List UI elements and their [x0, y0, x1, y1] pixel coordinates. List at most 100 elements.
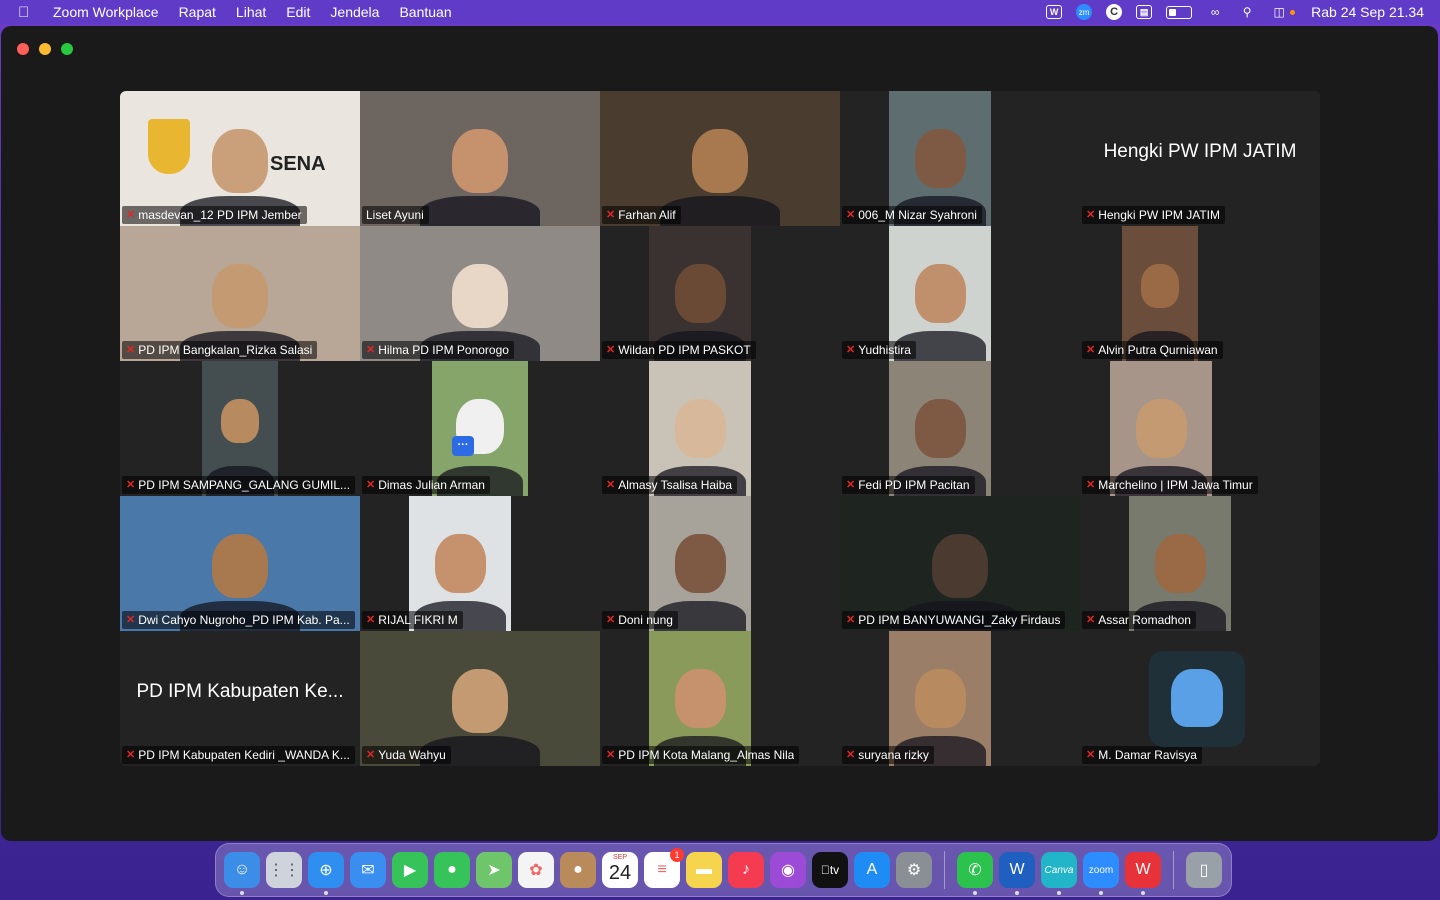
participant-tile[interactable]: ✕ Fedi PD IPM Pacitan: [840, 361, 1080, 496]
participant-tile[interactable]: Hengki PW IPM JATIM ✕ Hengki PW IPM JATIM: [1080, 91, 1320, 226]
running-indicator: [1057, 891, 1061, 895]
dock-maps-icon[interactable]: ➤: [476, 852, 512, 888]
participant-nameplate: ✕ Dimas Julian Arman: [362, 476, 490, 494]
zoom-window: SENA ✕ masdevan_12 PD IPM Jember Liset Ayun…: [1, 26, 1438, 841]
participant-tile[interactable]: ✕ PD IPM Kota Malang_Almas Nila: [600, 631, 840, 766]
participant-name: Marchelino | IPM Jawa Timur: [1098, 478, 1253, 492]
more-options-button[interactable]: ···: [452, 436, 474, 456]
dock-facetime-icon[interactable]: ▶: [392, 852, 428, 888]
participant-tile[interactable]: ✕ PD IPM Bangkalan_Rizka Salasi: [120, 226, 360, 361]
dock-zoom-icon[interactable]: zoom: [1083, 852, 1119, 895]
dock-wps-office-icon[interactable]: W: [1125, 852, 1161, 895]
apple-icon[interactable]: : [18, 4, 38, 21]
muted-mic-icon: ✕: [1086, 479, 1096, 491]
participant-tile[interactable]: ✕ Dwi Cahyo Nugroho_PD IPM Kab. Pa...: [120, 496, 360, 631]
participant-body: [420, 196, 540, 226]
close-window-button[interactable]: [17, 43, 29, 55]
participant-tile[interactable]: ✕ Alvin Putra Qurniawan: [1080, 226, 1320, 361]
dock-messages-icon[interactable]: ●: [434, 852, 470, 888]
dock-tv-icon[interactable]: tv: [812, 852, 848, 888]
participant-name: masdevan_12 PD IPM Jember: [138, 208, 302, 222]
participant-nameplate: ✕ suryana rizky: [842, 746, 934, 764]
participant-tile[interactable]: ✕ Doni nung: [600, 496, 840, 631]
participant-tile[interactable]: ✕ 006_M Nizar Syahroni: [840, 91, 1080, 226]
dock-contacts-icon[interactable]: ●: [560, 852, 596, 888]
menu-edit[interactable]: Edit: [286, 4, 310, 20]
participant-face: [452, 264, 508, 329]
notification-badge: 1: [670, 848, 684, 862]
participant-face: [1135, 399, 1187, 458]
dock-mail-icon[interactable]: ✉: [350, 852, 386, 888]
participant-tile[interactable]: ✕ Hilma PD IPM Ponorogo: [360, 226, 600, 361]
dock-whatsapp-icon[interactable]: ✆: [957, 852, 993, 895]
participant-tile[interactable]: Liset Ayuni: [360, 91, 600, 226]
minimize-window-button[interactable]: [39, 43, 51, 55]
participant-tile[interactable]: ✕ RIJAL FIKRI M: [360, 496, 600, 631]
participant-name: M. Damar Ravisya: [1098, 748, 1197, 762]
dock-canva-icon[interactable]: Canva: [1041, 852, 1077, 895]
maximize-window-button[interactable]: [61, 43, 73, 55]
participant-name: Fedi PD IPM Pacitan: [858, 478, 970, 492]
menu-app-name[interactable]: Zoom Workplace: [53, 4, 159, 20]
word-icon[interactable]: W: [1046, 5, 1063, 19]
participant-name: Assar Romadhon: [1098, 613, 1191, 627]
participant-tile[interactable]: ✕ Wildan PD IPM PASKOT: [600, 226, 840, 361]
clock[interactable]: Rab 24 Sep 21.34: [1311, 4, 1424, 20]
muted-mic-icon: ✕: [366, 344, 376, 356]
link-icon[interactable]: ∞: [1206, 5, 1224, 19]
participant-tile[interactable]: ✕ Yudhistira: [840, 226, 1080, 361]
dock-finder-icon[interactable]: ☺: [224, 852, 260, 895]
dock-system-settings-icon[interactable]: ⚙: [896, 852, 932, 888]
participant-tile[interactable]: PD IPM Kabupaten Ke... ✕ PD IPM Kabupaten …: [120, 631, 360, 766]
menu-bantuan[interactable]: Bantuan: [399, 4, 451, 20]
participant-tile[interactable]: ✕ suryana rizky: [840, 631, 1080, 766]
battery-icon[interactable]: [1166, 5, 1193, 19]
control-center-icon[interactable]: ◫: [1270, 5, 1288, 19]
dock-launchpad-icon[interactable]: ⋮⋮: [266, 852, 302, 888]
dock-notes-icon[interactable]: ▬: [686, 852, 722, 888]
menu-rapat[interactable]: Rapat: [179, 4, 216, 20]
participant-tile[interactable]: ✕ PD IPM SAMPANG_GALANG GUMIL...: [120, 361, 360, 496]
menu-lihat[interactable]: Lihat: [236, 4, 266, 20]
muted-mic-icon: ✕: [126, 614, 136, 626]
participant-tile[interactable]: SENA ✕ masdevan_12 PD IPM Jember: [120, 91, 360, 226]
c-icon[interactable]: C: [1106, 4, 1123, 20]
participant-tile[interactable]: ✕ PD IPM BANYUWANGI_Zaky Firdaus: [840, 496, 1080, 631]
menu-jendela[interactable]: Jendela: [330, 4, 379, 20]
dock-trash-icon[interactable]: ▯: [1186, 852, 1222, 888]
running-indicator: [240, 891, 244, 895]
participant-nameplate: ✕ Farhan Alif: [602, 206, 681, 224]
participant-face: [434, 534, 486, 593]
dock-reminders-icon[interactable]: ≡ 1: [644, 848, 684, 888]
dock-photos-icon[interactable]: ✿: [518, 852, 554, 888]
participant-face: [914, 669, 966, 728]
participant-tile[interactable]: ✕ Assar Romadhon: [1080, 496, 1320, 631]
participant-tile[interactable]: ✕ Almasy Tsalisa Haiba: [600, 361, 840, 496]
screen-mirror-icon[interactable]: ▤: [1136, 5, 1153, 19]
zoom-icon[interactable]: zm: [1076, 4, 1093, 20]
participant-name: PD IPM Kota Malang_Almas Nila: [618, 748, 795, 762]
dock-safari-icon[interactable]: ⊕: [308, 852, 344, 895]
participant-tile[interactable]: ✕ Dimas Julian Arman: [360, 361, 600, 496]
participant-tile[interactable]: ✕ Yuda Wahyu: [360, 631, 600, 766]
participant-tile[interactable]: ✕ Marchelino | IPM Jawa Timur: [1080, 361, 1320, 496]
participant-face: [914, 264, 966, 323]
participant-face: [674, 669, 726, 728]
participant-tile[interactable]: ✕ Farhan Alif: [600, 91, 840, 226]
dock-music-icon[interactable]: ♪: [728, 852, 764, 888]
muted-mic-icon: ✕: [846, 344, 856, 356]
dock-calendar-icon[interactable]: SEP 24: [602, 852, 638, 888]
participant-name: Hilma PD IPM Ponorogo: [378, 343, 509, 357]
participant-face: [914, 399, 966, 458]
muted-mic-icon: ✕: [846, 614, 856, 626]
dock-app-store-icon[interactable]: A: [854, 852, 890, 888]
search-icon[interactable]: ⚲: [1238, 5, 1256, 19]
participant-nameplate: ✕ PD IPM Kabupaten Kediri _WANDA K...: [122, 746, 355, 764]
muted-mic-icon: ✕: [606, 479, 616, 491]
dock-podcasts-icon[interactable]: ◉: [770, 852, 806, 888]
participant-name: Yudhistira: [858, 343, 911, 357]
muted-mic-icon: ✕: [126, 209, 136, 221]
dock-word-icon[interactable]: W: [999, 852, 1035, 895]
participant-nameplate: ✕ Yuda Wahyu: [362, 746, 451, 764]
participant-face: [692, 129, 748, 194]
